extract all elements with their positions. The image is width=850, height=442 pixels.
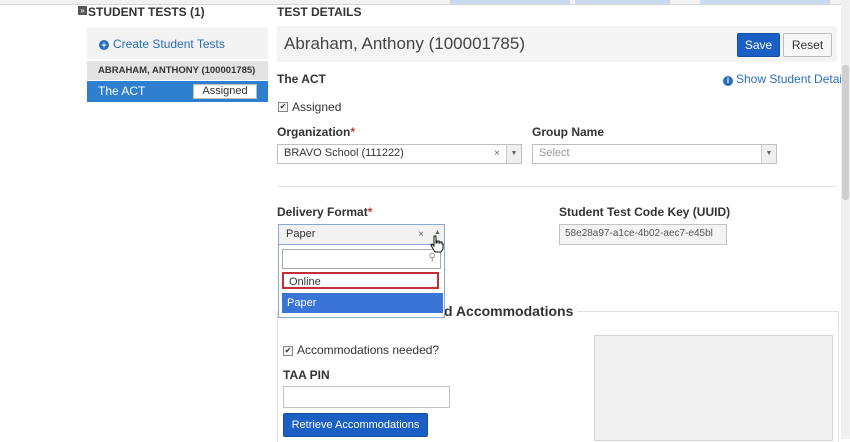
info-icon: i bbox=[723, 76, 733, 86]
taa-pin-input[interactable] bbox=[283, 386, 450, 408]
delivery-format-label-text: Delivery Format bbox=[277, 205, 368, 219]
uuid-value: 58e28a97-a1ce-4b02-aec7-e45bl bbox=[565, 228, 713, 239]
group-name-placeholder: Select bbox=[539, 147, 570, 159]
search-icon: ⚲ bbox=[428, 252, 436, 263]
plus-circle-icon: + bbox=[99, 40, 109, 50]
test-name-heading: The ACT bbox=[277, 72, 326, 86]
clear-icon[interactable]: × bbox=[418, 229, 424, 240]
taa-pin-label: TAA PIN bbox=[283, 368, 330, 382]
show-student-details-link[interactable]: i Show Student Details bbox=[723, 72, 850, 86]
status-badge: Assigned bbox=[193, 84, 257, 99]
clear-icon[interactable]: × bbox=[494, 148, 500, 159]
student-test-name: The ACT bbox=[98, 84, 146, 98]
delivery-format-select[interactable]: Paper × ▲ bbox=[278, 224, 445, 246]
chevron-down-icon[interactable]: ▼ bbox=[506, 145, 521, 163]
create-student-tests-link[interactable]: + Create Student Tests bbox=[99, 37, 225, 51]
student-header-label: ABRAHAM, ANTHONY (100001785) bbox=[98, 65, 256, 76]
student-tests-title: STUDENT TESTS (1) bbox=[88, 5, 205, 19]
option-paper[interactable]: Paper bbox=[282, 293, 443, 313]
scrollbar-thumb[interactable] bbox=[842, 65, 849, 200]
delivery-format-value: Paper bbox=[286, 228, 316, 240]
chevron-down-icon[interactable]: ▼ bbox=[761, 145, 776, 163]
required-mark: * bbox=[350, 125, 356, 139]
delivery-format-label: Delivery Format* bbox=[277, 205, 372, 219]
group-name-label: Group Name bbox=[532, 125, 605, 139]
organization-label-text: Organization bbox=[277, 125, 351, 139]
show-student-details-label: Show Student Details bbox=[736, 72, 850, 86]
test-details-title: TEST DETAILS bbox=[277, 5, 362, 19]
accommodations-panel bbox=[594, 335, 833, 441]
expand-icon[interactable]: » bbox=[78, 6, 87, 15]
save-button[interactable]: Save bbox=[737, 33, 780, 57]
create-student-tests-label: Create Student Tests bbox=[113, 37, 225, 51]
hand-cursor-icon bbox=[430, 235, 444, 253]
retrieve-accommodations-button[interactable]: Retrieve Accommodations bbox=[283, 413, 428, 437]
organization-select[interactable]: BRAVO School (111222) × ▼ bbox=[277, 144, 522, 164]
uuid-input[interactable]: 58e28a97-a1ce-4b02-aec7-e45bl bbox=[559, 224, 727, 245]
uuid-label: Student Test Code Key (UUID) bbox=[559, 205, 731, 219]
option-online[interactable]: Online bbox=[282, 272, 439, 289]
accommodations-needed-checkbox[interactable]: ✔ bbox=[283, 346, 293, 356]
student-test-row[interactable]: The ACT Assigned bbox=[87, 81, 268, 102]
delivery-format-dropdown: ⚲ Online Paper bbox=[278, 244, 445, 318]
required-mark: * bbox=[367, 205, 373, 219]
student-name-heading: Abraham, Anthony (100001785) bbox=[284, 34, 526, 53]
student-header: ABRAHAM, ANTHONY (100001785) bbox=[87, 61, 268, 80]
assigned-checkbox[interactable]: ✔ bbox=[278, 102, 288, 112]
organization-value: BRAVO School (111222) bbox=[284, 147, 404, 159]
organization-label: Organization* bbox=[277, 125, 355, 139]
reset-button[interactable]: Reset bbox=[783, 33, 832, 57]
accommodations-needed-label: Accommodations needed? bbox=[297, 343, 440, 357]
assigned-label: Assigned bbox=[292, 100, 342, 114]
dropdown-search-input[interactable]: ⚲ bbox=[282, 249, 441, 269]
group-name-select[interactable]: Select ▼ bbox=[532, 144, 777, 164]
section-divider bbox=[277, 186, 837, 187]
accommodations-legend: d Accommodations bbox=[440, 303, 578, 319]
